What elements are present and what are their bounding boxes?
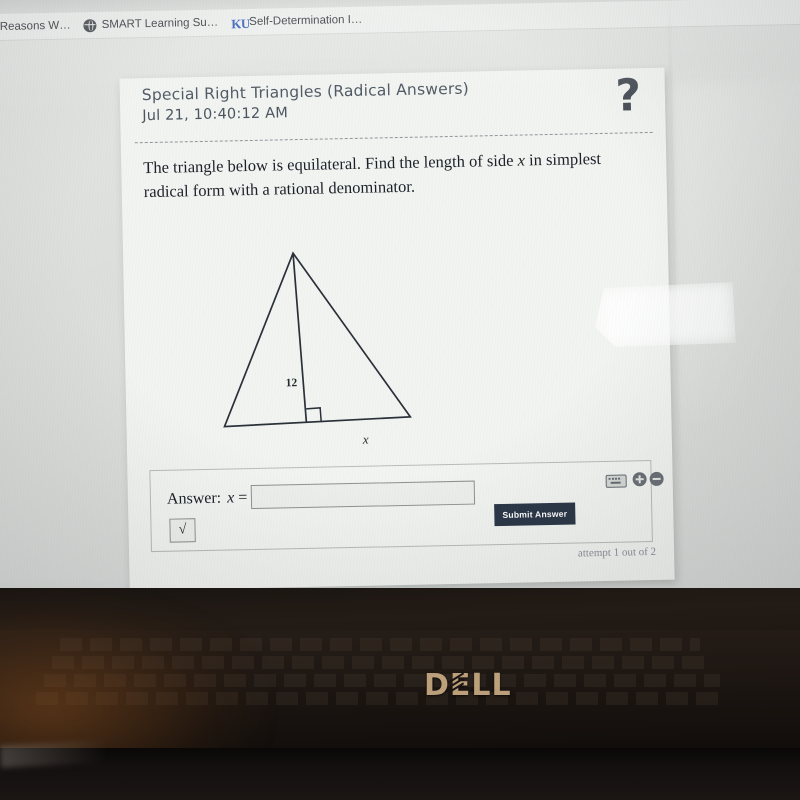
- answer-label-text: Answer:: [166, 489, 222, 508]
- question-text: The triangle below is equilateral. Find …: [143, 146, 644, 204]
- keyboard-icon[interactable]: [605, 474, 627, 488]
- screen-glare-right: [671, 81, 800, 415]
- bookmark-label: ve Reasons W…: [0, 19, 71, 34]
- bookmark-item-self-determination[interactable]: KU Self-Determination I…: [231, 13, 363, 31]
- bookmark-item-smart-learning[interactable]: SMART Learning Su…: [83, 16, 219, 32]
- sqrt-button[interactable]: √: [169, 518, 196, 543]
- dell-brand-logo: DELL: [424, 668, 512, 703]
- question-text-part1: The triangle below is equilateral. Find …: [143, 150, 518, 178]
- plus-circle-icon[interactable]: [632, 472, 647, 487]
- base-label: x: [362, 431, 369, 447]
- answer-panel: Answer: x = √ Submit Answer: [149, 460, 664, 553]
- ku-icon: KU: [231, 15, 250, 31]
- minus-circle-icon[interactable]: [649, 471, 664, 487]
- answer-input[interactable]: [250, 480, 476, 510]
- bookmark-label: Self-Determination I…: [249, 13, 363, 28]
- bookmark-label: SMART Learning Su…: [101, 16, 219, 31]
- attempt-counter: attempt 1 out of 2: [577, 545, 657, 560]
- browser-tab-title[interactable]: Special Right Triangles: [270, 0, 530, 3]
- answer-label: Answer: x =: [167, 489, 248, 509]
- help-icon[interactable]: ?: [615, 70, 642, 122]
- divider: [134, 131, 653, 144]
- triangle-figure: 12 x: [211, 242, 445, 447]
- laptop-photo: Special Right Triangles ve Reasons W… SM…: [0, 0, 800, 800]
- answer-equals: =: [238, 489, 248, 507]
- submit-answer-button[interactable]: Submit Answer: [494, 502, 576, 527]
- page-title: Special Right Triangles (Radical Answers…: [141, 79, 470, 105]
- altitude-label: 12: [285, 377, 298, 390]
- screen-glare-window: [593, 281, 736, 351]
- bookmark-item-reasons[interactable]: ve Reasons W…: [0, 20, 71, 34]
- laptop-screen: Special Right Triangles ve Reasons W… SM…: [0, 0, 800, 596]
- assignment-timestamp: Jul 21, 10:40:12 AM: [142, 105, 289, 125]
- answer-variable: x: [226, 489, 235, 507]
- problem-card: Special Right Triangles (Radical Answers…: [119, 67, 675, 591]
- globe-icon: [83, 18, 97, 32]
- triangle-svg: [223, 251, 412, 428]
